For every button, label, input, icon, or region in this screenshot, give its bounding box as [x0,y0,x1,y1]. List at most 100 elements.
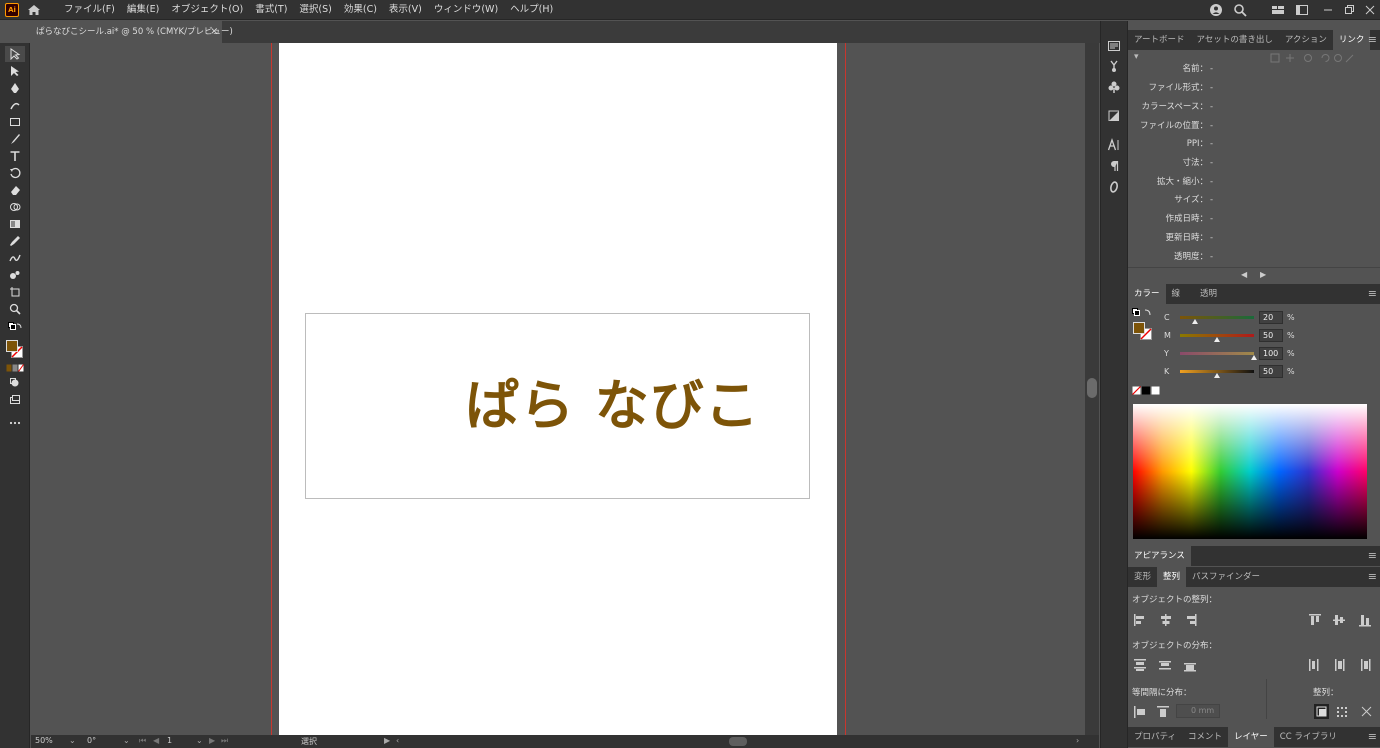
first-artboard-icon[interactable]: ⏮ [139,736,146,746]
color-spectrum[interactable] [1133,404,1367,539]
tab-comments[interactable]: コメント [1182,727,1228,747]
links-next-icon[interactable]: ▶ [1260,270,1266,279]
tab-pathfinder[interactable]: パスファインダー [1186,567,1266,587]
fill-stroke-swatches[interactable] [5,337,25,361]
zoom-dropdown-icon[interactable]: ⌄ [69,736,76,745]
hscroll-left-icon[interactable]: ‹ [396,736,399,745]
minimize-icon[interactable] [1320,2,1336,18]
sticker-text[interactable]: ぱら なびこ [465,371,760,441]
transparency-panel-icon[interactable] [1106,108,1122,124]
tab-artboards[interactable]: アートボード [1128,30,1191,50]
menu-window[interactable]: ウィンドウ(W) [428,0,504,20]
tab-transparency[interactable]: 透明 [1194,284,1223,304]
document-tab[interactable]: ぱらなびこシール.ai* @ 50 % (CMYK/プレビュー) [30,21,233,43]
tab-asset-export[interactable]: アセットの書き出し [1191,30,1279,50]
user-icon[interactable] [1208,2,1224,18]
gradient-tool-icon[interactable] [5,216,25,232]
rotation-value[interactable]: 0° [87,736,96,745]
close-window-icon[interactable] [1362,2,1378,18]
type-tool-icon[interactable] [5,148,25,164]
spacing-value-input[interactable]: 0 mm [1176,704,1220,718]
tab-align[interactable]: 整列 [1157,567,1187,587]
artboard-dropdown-icon[interactable]: ⌄ [196,736,203,745]
links-prev-icon[interactable]: ◀ [1241,270,1247,279]
color-slider-knob[interactable] [1214,373,1220,378]
color-mode-icon[interactable] [5,363,25,373]
blend-tool-icon[interactable] [5,250,25,266]
appearance-menu-icon[interactable]: ≡ [1368,550,1377,561]
panel-layout-icon[interactable] [1294,2,1310,18]
menu-type[interactable]: 書式(T) [249,0,293,20]
symbols-panel-icon[interactable] [1106,79,1122,95]
artboard-tool-icon[interactable] [5,284,25,300]
home-icon[interactable] [26,2,42,18]
color-slider-knob[interactable] [1191,319,1198,324]
properties-panel-icon[interactable] [1106,38,1122,54]
color-slider-knob[interactable] [1251,355,1257,360]
canvas-area[interactable]: ぱら なびこ [31,43,1085,735]
rotation-dropdown-icon[interactable]: ⌄ [123,736,130,745]
vertical-scroll-thumb[interactable] [1087,378,1097,398]
color-channel-input[interactable]: 20 [1259,311,1283,324]
align-to-buttons[interactable] [1314,704,1376,719]
tab-cc-libraries[interactable]: CC ライブラリ [1274,727,1343,747]
brush-tool-icon[interactable] [5,131,25,147]
color-slider-knob[interactable] [1214,337,1220,342]
tab-color[interactable]: カラー [1128,284,1166,304]
workspace-icon[interactable] [1270,2,1286,18]
paragraph-panel-icon[interactable] [1106,158,1122,174]
zoom-tool-icon[interactable] [5,301,25,317]
distribute-spacing-buttons[interactable] [1133,705,1173,719]
color-channel-input[interactable]: 100 [1259,347,1283,360]
drawing-modes-icon[interactable] [5,375,25,391]
menu-edit[interactable]: 編集(E) [121,0,165,20]
color-channel-input[interactable]: 50 [1259,365,1283,378]
panel-menu-icon[interactable]: ≡ [1368,34,1377,45]
brushes-panel-icon[interactable] [1106,58,1122,74]
color-panel-menu-icon[interactable]: ≡ [1368,288,1377,299]
distribute-vertical-buttons[interactable] [1133,658,1203,672]
horizontal-scroll-thumb[interactable] [729,737,747,746]
default-colors-icon[interactable] [5,322,25,332]
align-vertical-buttons[interactable] [1308,613,1378,627]
tab-appearance[interactable]: アピアランス [1128,546,1191,566]
bottom-panel-menu-icon[interactable]: ≡ [1368,731,1377,742]
align-panel-menu-icon[interactable]: ≡ [1368,571,1377,582]
curvature-tool-icon[interactable] [5,97,25,113]
restore-icon[interactable] [1341,2,1357,18]
tab-layers[interactable]: レイヤー [1228,727,1274,747]
color-fill-stroke-swatch[interactable] [1132,308,1154,344]
eyedropper-tool-icon[interactable] [5,233,25,249]
status-menu-arrow-icon[interactable]: ▶ [384,736,390,745]
tab-actions[interactable]: アクション [1279,30,1333,50]
rotate-tool-icon[interactable] [5,165,25,181]
menu-effect[interactable]: 効果(C) [338,0,383,20]
zoom-level[interactable]: 50% [35,736,53,745]
last-artboard-icon[interactable]: ⏭ [221,736,228,746]
distribute-horizontal-buttons[interactable] [1308,658,1378,672]
next-artboard-icon[interactable]: ▶ [209,736,215,745]
search-icon[interactable] [1232,2,1248,18]
align-horizontal-buttons[interactable] [1133,613,1203,627]
pen-tool-icon[interactable] [5,80,25,96]
menu-select[interactable]: 選択(S) [293,0,337,20]
shape-builder-tool-icon[interactable] [5,199,25,215]
screen-mode-icon[interactable] [5,392,25,408]
none-black-white-swatches[interactable] [1132,386,1162,396]
tab-links[interactable]: リンク [1332,30,1371,50]
menu-object[interactable]: オブジェクト(O) [165,0,249,20]
close-tab-icon[interactable]: × [210,21,220,43]
eraser-tool-icon[interactable] [5,182,25,198]
rectangle-tool-icon[interactable] [5,114,25,130]
artboard-number[interactable]: 1 [167,736,172,745]
opentype-panel-icon[interactable] [1106,179,1122,195]
character-panel-icon[interactable] [1106,137,1122,153]
direct-selection-tool-icon[interactable] [5,63,25,79]
color-channel-input[interactable]: 50 [1259,329,1283,342]
menu-help[interactable]: ヘルプ(H) [504,0,559,20]
symbol-sprayer-tool-icon[interactable] [5,267,25,283]
tab-properties[interactable]: プロパティ [1128,727,1182,747]
tab-transform[interactable]: 変形 [1128,567,1157,587]
hscroll-right-icon[interactable]: › [1076,736,1079,745]
prev-artboard-icon[interactable]: ◀ [153,736,159,745]
